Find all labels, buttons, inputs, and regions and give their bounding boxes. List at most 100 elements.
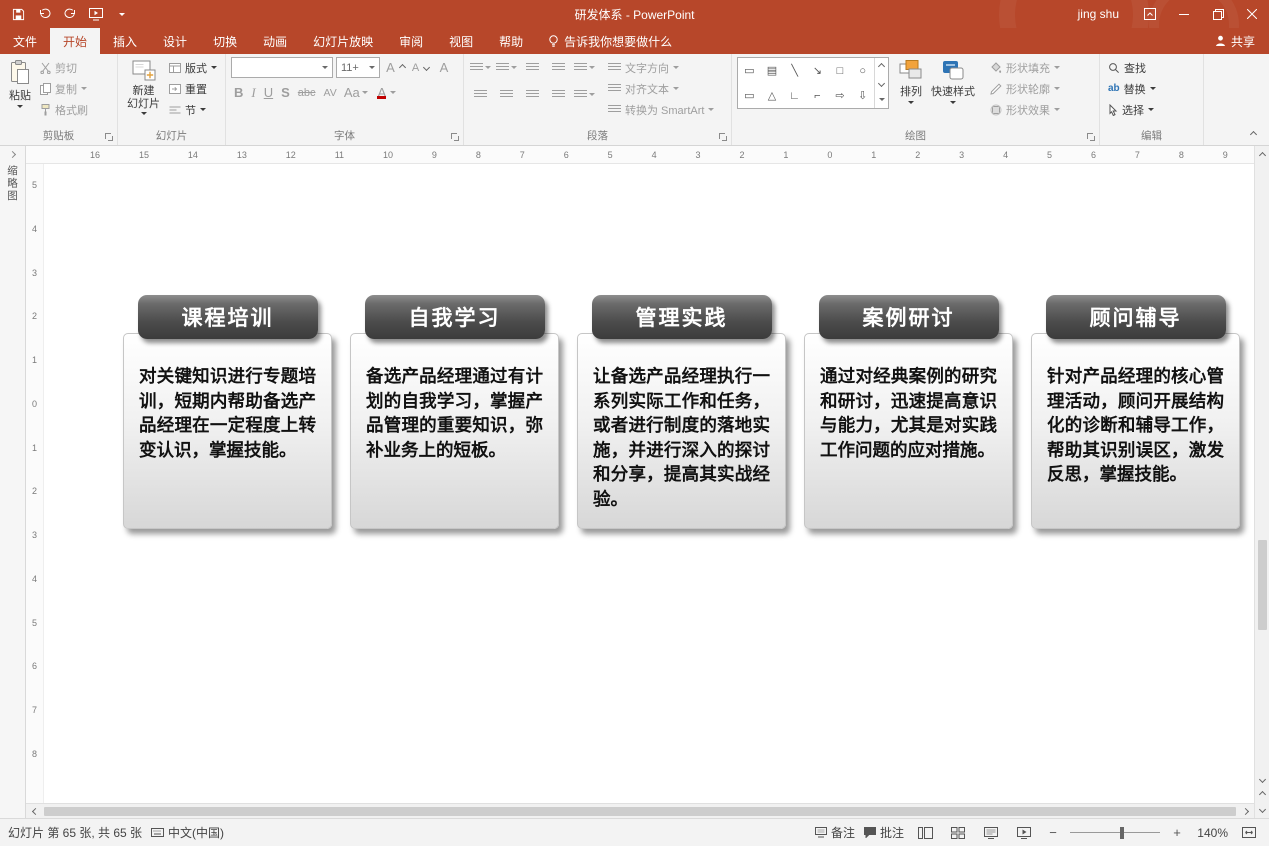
- character-spacing-button[interactable]: AV: [321, 87, 340, 99]
- shapes-scroll-down-button[interactable]: [875, 75, 888, 92]
- account-name[interactable]: jing shu: [1078, 7, 1119, 21]
- thumbnail-pane-collapsed[interactable]: 缩略图: [0, 146, 26, 818]
- cut-button[interactable]: 剪切: [37, 57, 91, 78]
- text-shadow-button[interactable]: S: [278, 85, 293, 100]
- close-button[interactable]: [1235, 0, 1269, 28]
- tab-切换[interactable]: 切换: [200, 28, 250, 54]
- tab-视图[interactable]: 视图: [436, 28, 486, 54]
- card-1[interactable]: 课程培训对关键知识进行专题培训，短期内帮助备选产品经理在一定程度上转变认识，掌握…: [123, 295, 332, 529]
- tab-开始[interactable]: 开始: [50, 28, 100, 54]
- drawing-dialog-launcher[interactable]: [1086, 132, 1096, 142]
- vertical-scroll-thumb[interactable]: [1258, 540, 1267, 630]
- increase-indent-button[interactable]: [547, 57, 569, 78]
- slideshow-view-button[interactable]: [1012, 822, 1036, 844]
- share-button[interactable]: 共享: [1201, 28, 1269, 54]
- scroll-right-button[interactable]: [1239, 805, 1251, 817]
- shape-effects-button[interactable]: 形状效果: [987, 99, 1063, 120]
- align-center-button[interactable]: [495, 84, 517, 105]
- line-spacing-button[interactable]: [573, 57, 595, 78]
- format-painter-button[interactable]: 格式刷: [37, 99, 91, 120]
- card-3[interactable]: 管理实践让备选产品经理执行一系列实际工作和任务，或者进行制度的落地实施，并进行深…: [577, 295, 786, 529]
- replace-button[interactable]: ab 替换: [1105, 78, 1159, 99]
- align-text-button[interactable]: 对齐文本: [605, 78, 717, 99]
- zoom-slider[interactable]: [1070, 826, 1160, 840]
- tell-me-box[interactable]: 告诉我你想要做什么: [536, 28, 684, 54]
- shape-option-icon[interactable]: ▭: [744, 89, 754, 102]
- strikethrough-button[interactable]: abc: [295, 87, 319, 99]
- next-slide-button[interactable]: [1255, 803, 1269, 815]
- font-dialog-launcher[interactable]: [450, 132, 460, 142]
- normal-view-button[interactable]: [913, 822, 937, 844]
- save-button[interactable]: [6, 0, 30, 28]
- shape-option-icon[interactable]: ⇩: [858, 89, 867, 102]
- shape-option-icon[interactable]: ╲: [791, 64, 798, 77]
- justify-button[interactable]: [547, 84, 569, 105]
- ribbon-display-options-button[interactable]: [1133, 0, 1167, 28]
- find-button[interactable]: 查找: [1105, 57, 1159, 78]
- card-4[interactable]: 案例研讨通过对经典案例的研究和研讨，迅速提高意识与能力，尤其是对实践工作问题的应…: [804, 295, 1013, 529]
- copy-button[interactable]: 复制: [37, 78, 91, 99]
- shapes-gallery[interactable]: ▭▤╲↘□○▭△∟⌐⇨⇩: [737, 57, 889, 109]
- reading-view-button[interactable]: [979, 822, 1003, 844]
- clear-formatting-button[interactable]: A: [433, 57, 455, 78]
- reset-button[interactable]: 重置: [166, 78, 220, 99]
- decrease-font-size-button[interactable]: A: [408, 57, 430, 78]
- vertical-scrollbar[interactable]: [1254, 146, 1269, 818]
- fit-slide-to-window-button[interactable]: [1237, 822, 1261, 844]
- shape-fill-button[interactable]: 形状填充: [987, 57, 1063, 78]
- minimize-button[interactable]: [1167, 0, 1201, 28]
- font-size-select[interactable]: 11+: [336, 57, 380, 78]
- shape-outline-button[interactable]: 形状轮廓: [987, 78, 1063, 99]
- scroll-up-button[interactable]: [1255, 149, 1269, 161]
- tab-审阅[interactable]: 审阅: [386, 28, 436, 54]
- card-title[interactable]: 顾问辅导: [1046, 295, 1226, 339]
- previous-slide-button[interactable]: [1255, 788, 1269, 800]
- select-button[interactable]: 选择: [1105, 99, 1159, 120]
- card-2[interactable]: 自我学习备选产品经理通过有计划的自我学习，掌握产品管理的重要知识，弥补业务上的短…: [350, 295, 559, 529]
- font-name-select[interactable]: [231, 57, 333, 78]
- columns-button[interactable]: [573, 84, 595, 105]
- tab-插入[interactable]: 插入: [100, 28, 150, 54]
- tab-动画[interactable]: 动画: [250, 28, 300, 54]
- scroll-left-button[interactable]: [29, 805, 41, 817]
- zoom-level-label[interactable]: 140%: [1194, 826, 1228, 840]
- shape-option-icon[interactable]: ▭: [744, 64, 754, 77]
- increase-font-size-button[interactable]: A: [383, 57, 405, 78]
- shape-option-icon[interactable]: ▤: [767, 64, 777, 77]
- language-indicator[interactable]: 中文(中国): [151, 824, 224, 841]
- shape-option-icon[interactable]: □: [837, 65, 844, 77]
- card-title[interactable]: 课程培训: [138, 295, 318, 339]
- card-text[interactable]: 让备选产品经理执行一系列实际工作和任务，或者进行制度的落地实施，并进行深入的探讨…: [577, 333, 786, 529]
- shapes-more-button[interactable]: [875, 91, 888, 108]
- card-text[interactable]: 备选产品经理通过有计划的自我学习，掌握产品管理的重要知识，弥补业务上的短板。: [350, 333, 559, 529]
- shapes-gallery-scrollbar[interactable]: [874, 58, 888, 108]
- restore-button[interactable]: [1201, 0, 1235, 28]
- scroll-down-button[interactable]: [1255, 773, 1269, 785]
- notes-button[interactable]: 备注: [815, 824, 855, 841]
- clipboard-dialog-launcher[interactable]: [104, 132, 114, 142]
- zoom-in-button[interactable]: +: [1169, 825, 1185, 840]
- card-text[interactable]: 通过对经典案例的研究和研讨，迅速提高意识与能力，尤其是对实践工作问题的应对措施。: [804, 333, 1013, 529]
- underline-button[interactable]: U: [261, 85, 276, 100]
- tab-幻灯片放映[interactable]: 幻灯片放映: [300, 28, 386, 54]
- card-5[interactable]: 顾问辅导针对产品经理的核心管理活动，顾问开展结构化的诊断和辅导工作，帮助其识别误…: [1031, 295, 1240, 529]
- collapse-ribbon-button[interactable]: [1245, 128, 1261, 140]
- change-case-button[interactable]: Aa: [342, 82, 370, 103]
- shape-option-icon[interactable]: ⇨: [835, 89, 844, 102]
- shape-option-icon[interactable]: △: [768, 89, 776, 102]
- tab-帮助[interactable]: 帮助: [486, 28, 536, 54]
- zoom-out-button[interactable]: −: [1045, 825, 1061, 840]
- card-text[interactable]: 针对产品经理的核心管理活动，顾问开展结构化的诊断和辅导工作，帮助其识别误区，激发…: [1031, 333, 1240, 529]
- font-color-button[interactable]: A: [372, 82, 400, 103]
- horizontal-scroll-thumb[interactable]: [44, 807, 1236, 816]
- tab-设计[interactable]: 设计: [150, 28, 200, 54]
- customize-qat-button[interactable]: [110, 0, 134, 28]
- shape-option-icon[interactable]: ⌐: [814, 90, 820, 102]
- bullets-button[interactable]: [469, 57, 491, 78]
- new-slide-button[interactable]: 新建幻灯片: [123, 57, 164, 115]
- horizontal-scrollbar[interactable]: [26, 803, 1254, 818]
- shapes-scroll-up-button[interactable]: [875, 58, 888, 75]
- align-right-button[interactable]: [521, 84, 543, 105]
- slide-canvas[interactable]: 课程培训对关键知识进行专题培训，短期内帮助备选产品经理在一定程度上转变认识，掌握…: [44, 164, 1254, 803]
- arrange-button[interactable]: 排列: [895, 57, 927, 104]
